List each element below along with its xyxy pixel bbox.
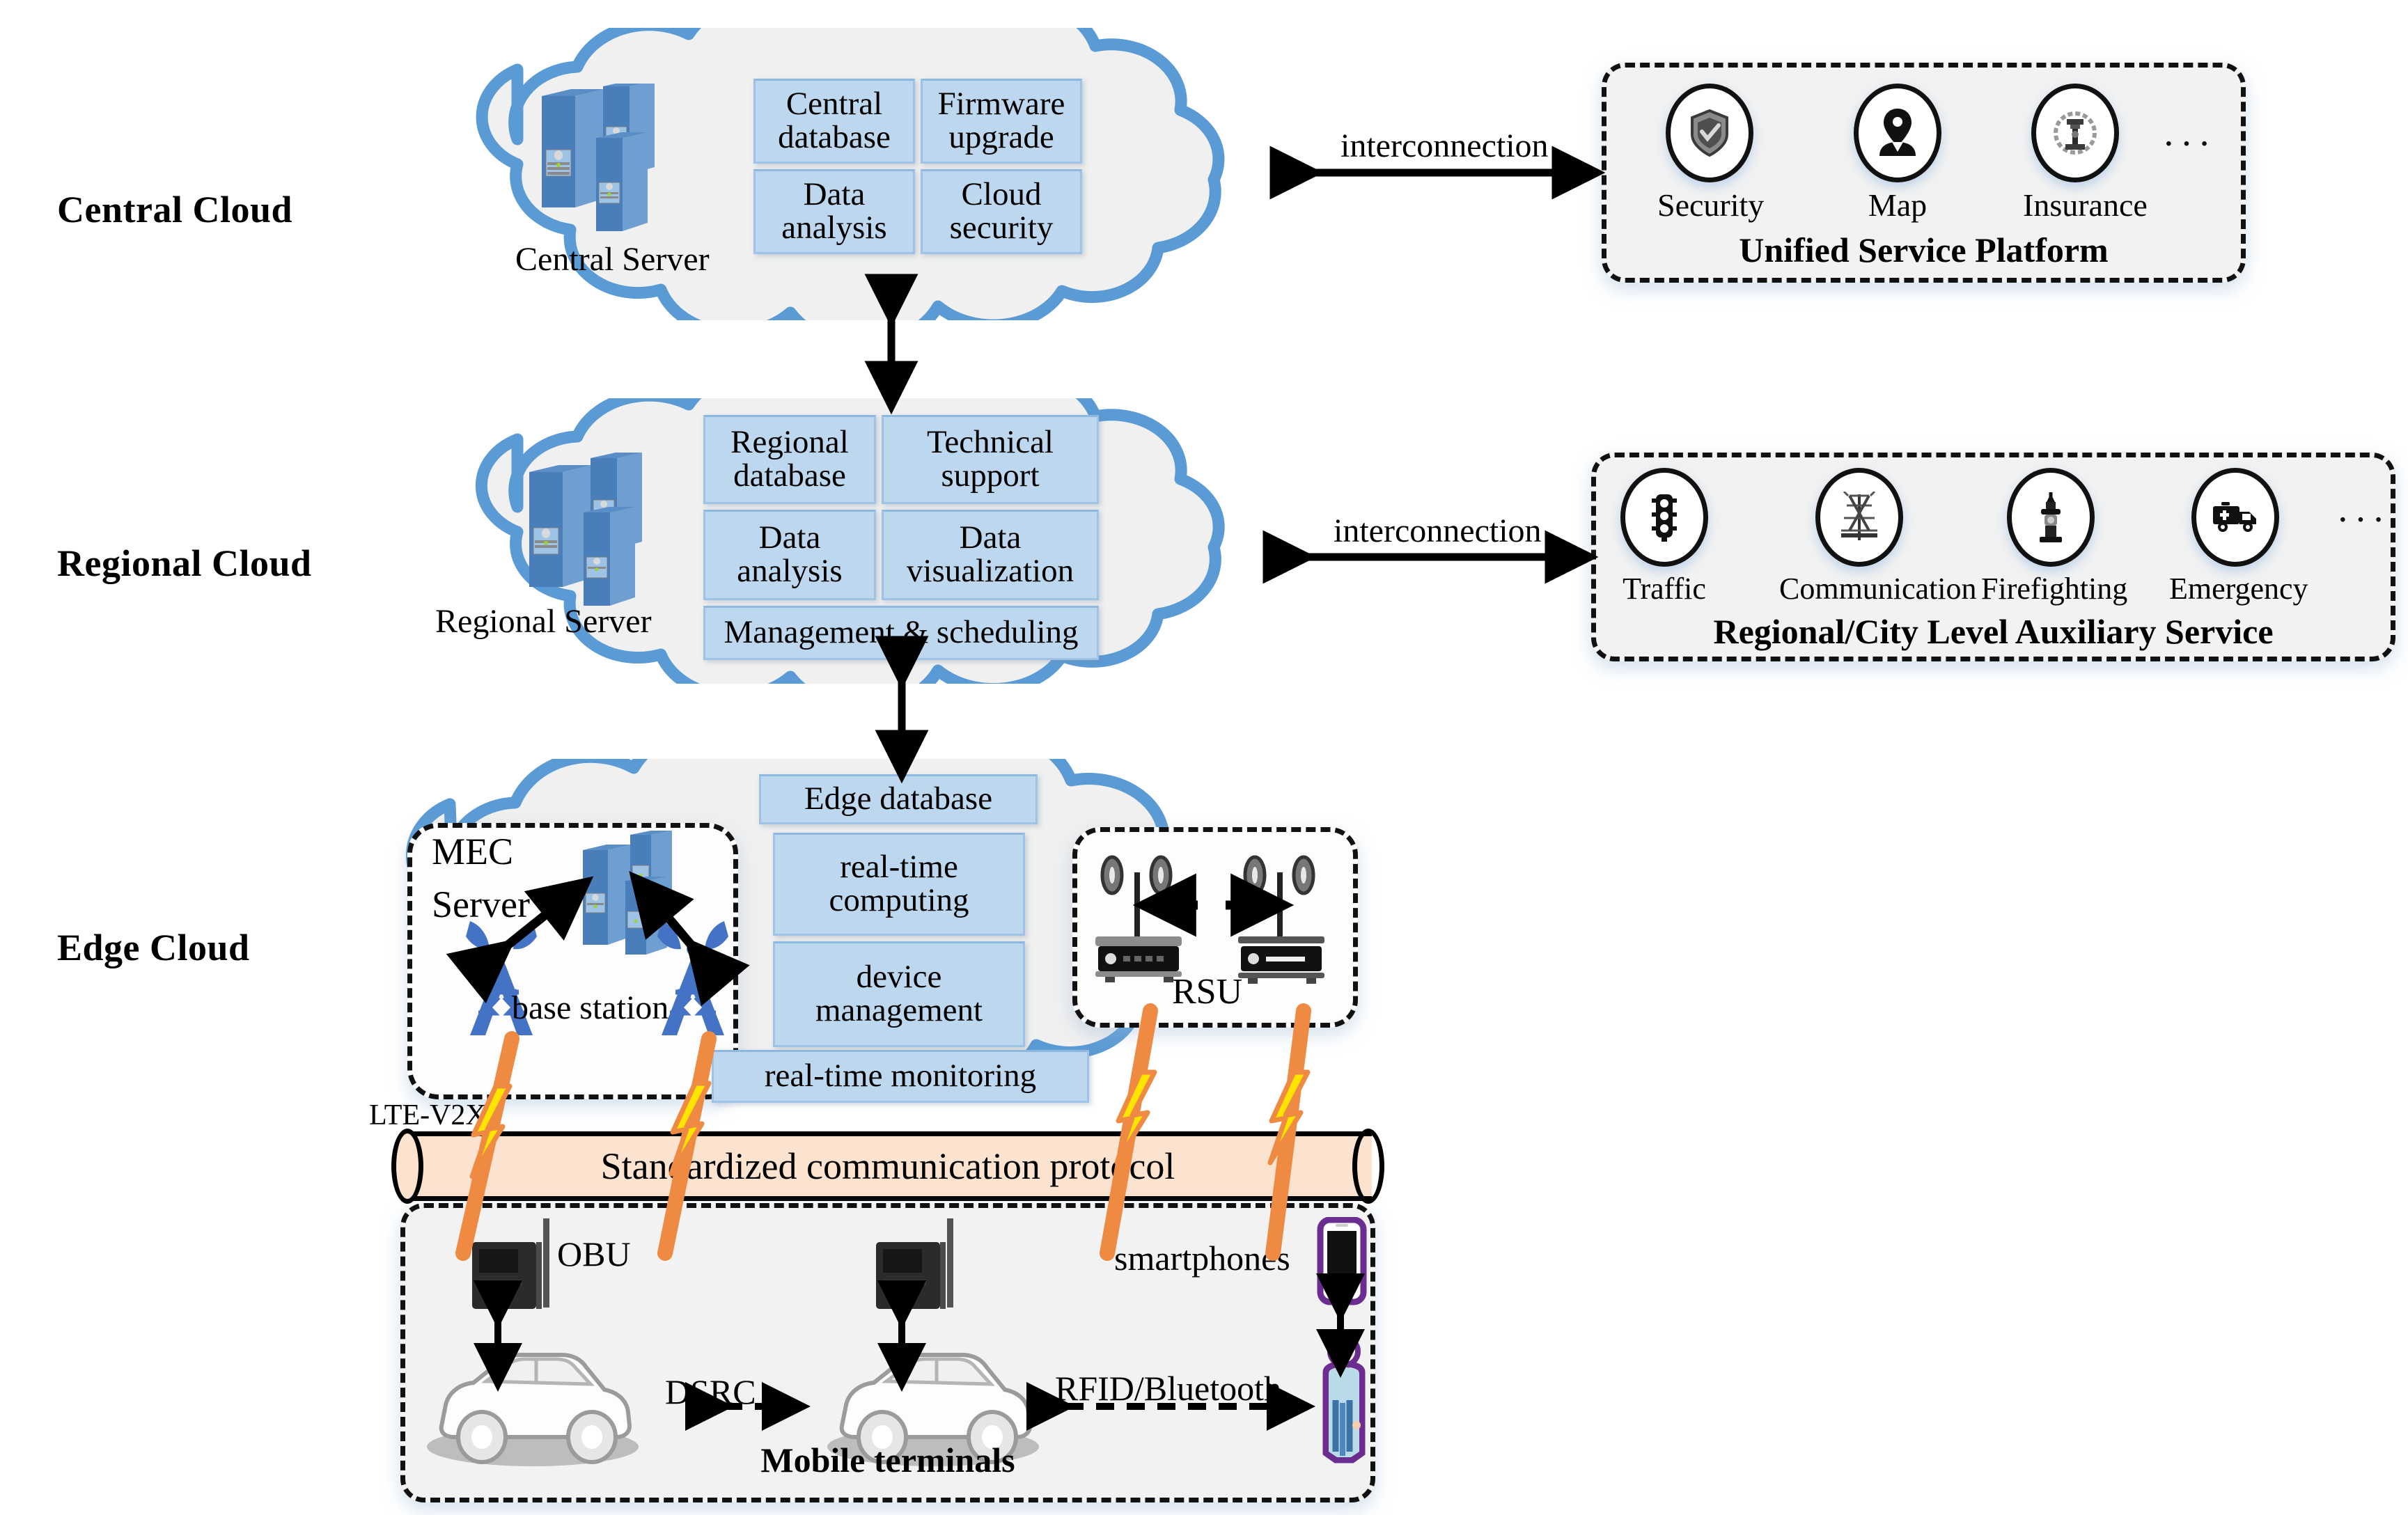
interconnection-top-label: interconnection <box>1340 127 1549 164</box>
service-label-security: Security <box>1657 187 1765 223</box>
unified-service-ellipsis: ··· <box>2162 123 2216 166</box>
rsu-router-left-icon <box>1083 846 1208 985</box>
service-label-emergency: Emergency <box>2169 572 2308 606</box>
central-box-cloud-security: Cloud security <box>921 169 1082 254</box>
regional-box-management-scheduling: Management & scheduling <box>703 606 1099 660</box>
unified-service-platform-title: Unified Service Platform <box>1739 230 2109 269</box>
insurance-emblem-icon <box>2031 84 2119 182</box>
ambulance-icon <box>2191 468 2279 567</box>
smartphone-icon <box>1316 1216 1372 1308</box>
lte-v2x-label: LTE-V2X <box>369 1099 487 1131</box>
service-label-insurance: Insurance <box>2023 187 2148 223</box>
rfid-bluetooth-label: RFID/Bluetooth <box>1055 1369 1282 1408</box>
service-item-communication[interactable]: Communication <box>1779 468 1977 606</box>
service-label-map: Map <box>1868 187 1928 223</box>
service-item-traffic[interactable]: Traffic <box>1609 468 1720 606</box>
map-pin-person-icon <box>1854 84 1941 182</box>
traffic-light-icon <box>1620 468 1708 567</box>
service-item-insurance[interactable]: Insurance <box>2023 84 2148 223</box>
diagram-canvas: Central Cloud Regional Cloud Edge Cloud <box>0 0 2408 1515</box>
central-box-firmware-upgrade: Firmware upgrade <box>921 79 1082 164</box>
interconnection-mid-label: interconnection <box>1334 512 1542 549</box>
regional-server-label: Regional Server <box>435 603 652 640</box>
protocol-label: Standardized communication protocol <box>600 1145 1175 1187</box>
comm-tower-icon <box>1815 468 1903 567</box>
shield-icon <box>1666 84 1753 182</box>
regional-server-stack <box>487 446 662 620</box>
auxiliary-service-title: Regional/City Level Auxiliary Service <box>1713 612 2274 651</box>
central-server-stack <box>500 81 674 244</box>
regional-box-technical-support: Technical support <box>882 415 1099 504</box>
service-item-security[interactable]: Security <box>1657 84 1765 223</box>
auxiliary-service-ellipsis: ··· <box>2336 499 2390 542</box>
regional-box-regional-database: Regional database <box>703 415 876 504</box>
service-label-communication: Communication <box>1779 572 1977 606</box>
service-label-firefighting: Firefighting <box>1981 572 2128 606</box>
obu-label: OBU <box>557 1234 631 1273</box>
mec-label-line1: MEC <box>432 831 514 872</box>
edge-box-real-time-monitoring: real-time monitoring <box>712 1050 1089 1103</box>
protocol-cylinder: Standardized communication protocol <box>391 1129 1384 1204</box>
tier-label-regional-cloud: Regional Cloud <box>57 542 312 584</box>
mobile-terminals-title: Mobile terminals <box>760 1441 1015 1479</box>
edge-box-device-management: device management <box>773 941 1025 1047</box>
service-item-map[interactable]: Map <box>1845 84 1950 223</box>
service-label-traffic: Traffic <box>1623 572 1706 606</box>
regional-box-data-visualization: Data visualization <box>882 510 1099 600</box>
central-box-central-database: Central database <box>753 79 915 164</box>
tier-label-edge-cloud: Edge Cloud <box>57 927 250 968</box>
central-server-label: Central Server <box>515 241 710 278</box>
edge-box-real-time-computing: real-time computing <box>773 833 1025 936</box>
rsu-label: RSU <box>1172 972 1243 1012</box>
tier-label-central-cloud: Central Cloud <box>57 189 293 230</box>
service-item-emergency[interactable]: Emergency <box>2169 468 2308 606</box>
fire-hydrant-icon <box>2007 468 2095 567</box>
obu-device-right-icon <box>863 1218 996 1316</box>
central-box-data-analysis: Data analysis <box>753 169 915 254</box>
dsrc-label: DSRC <box>665 1372 756 1411</box>
service-item-firefighting[interactable]: Firefighting <box>1981 468 2128 606</box>
edge-box-edge-database: Edge database <box>759 774 1038 824</box>
smartphones-label: smartphones <box>1114 1239 1290 1278</box>
base-station-label: base station <box>512 989 669 1026</box>
rsu-router-right-icon <box>1226 846 1351 985</box>
regional-box-data-analysis: Data analysis <box>703 510 876 600</box>
